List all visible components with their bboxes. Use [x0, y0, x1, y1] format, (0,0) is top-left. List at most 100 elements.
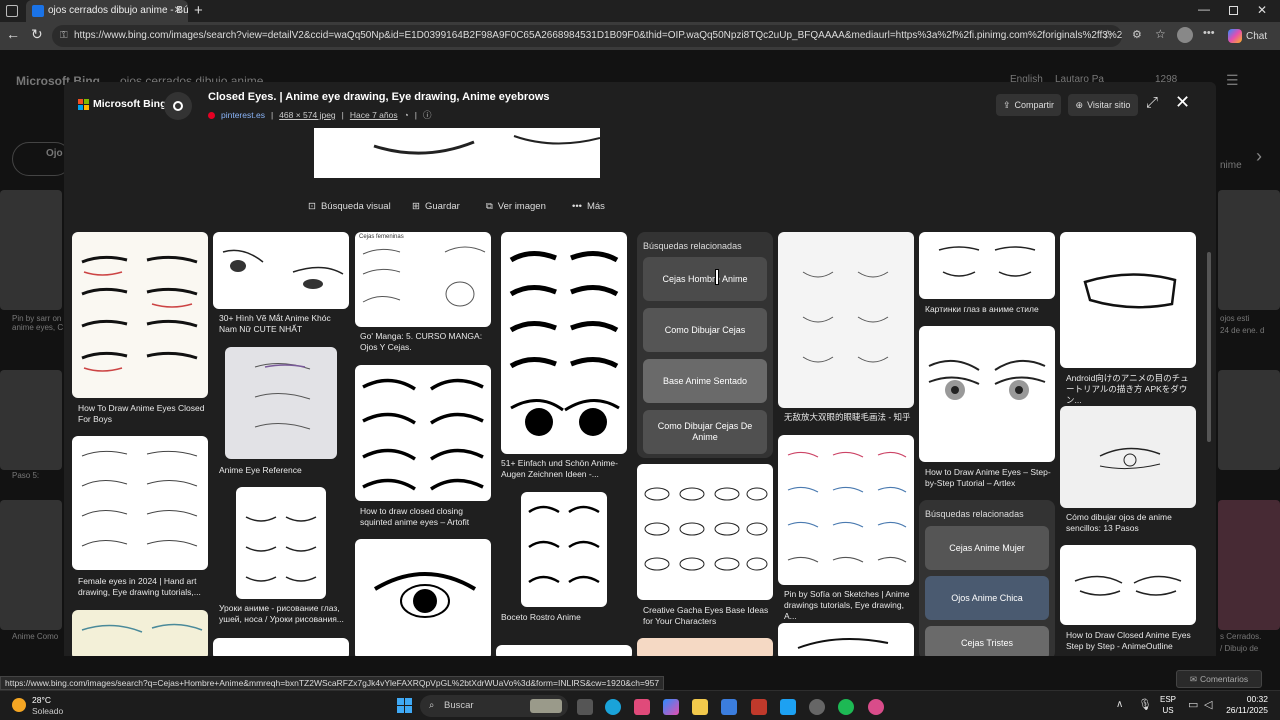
result-image[interactable] [236, 487, 326, 599]
modal-search-button[interactable] [164, 92, 192, 120]
result-caption[interactable]: Boceto Rostro Anime [501, 612, 627, 623]
browser-tab[interactable]: ojos cerrados dibujo anime - Bús ✕ [26, 0, 188, 22]
result-image[interactable] [778, 623, 914, 656]
result-image[interactable] [213, 638, 349, 656]
restore-icon[interactable] [1229, 6, 1238, 15]
related-search-cejas-de-anime[interactable]: Como Dibujar Cejas De Anime [643, 410, 767, 454]
result-image[interactable] [72, 232, 208, 398]
network-icon[interactable]: ▭ [1188, 698, 1198, 711]
result-image[interactable] [225, 347, 337, 459]
result-image[interactable] [355, 365, 491, 501]
related-search-base-anime-sentado[interactable]: Base Anime Sentado [643, 359, 767, 403]
feedback-button[interactable]: ✉ Comentarios [1176, 670, 1262, 688]
favorite-star-icon[interactable]: ☆ [1102, 27, 1114, 43]
file-explorer-icon[interactable] [692, 699, 708, 715]
result-caption[interactable]: Go' Manga: 5. CURSO MANGA: Ojos Y Cejas. [360, 331, 490, 353]
app-icon[interactable] [809, 699, 825, 715]
modal-bing-logo[interactable]: Microsoft Bing [78, 98, 167, 110]
main-preview-image[interactable] [314, 128, 600, 178]
age-link[interactable]: Hace 7 años [350, 110, 398, 120]
result-image[interactable] [501, 232, 627, 454]
related-search-ojos-anime-chica[interactable]: Ojos Anime Chica [925, 576, 1049, 620]
result-image[interactable] [72, 610, 208, 656]
result-image[interactable] [1060, 406, 1196, 508]
more-button[interactable]: ••• Más [572, 198, 605, 214]
window-menu-icon[interactable] [6, 5, 18, 17]
result-caption[interactable]: Creative Gacha Eyes Base Ideas for Your … [643, 605, 771, 627]
weather-widget[interactable]: 28°C Soleado [12, 693, 82, 719]
result-image[interactable]: Cejas femeninas [355, 232, 491, 327]
view-image-button[interactable]: ⧉ Ver imagen [486, 198, 546, 214]
result-image[interactable] [1060, 232, 1196, 368]
share-button[interactable]: ⇪ Compartir [996, 94, 1061, 116]
back-icon[interactable]: ← [6, 26, 20, 42]
app-icon[interactable] [634, 699, 650, 715]
related-search-cejas-anime-mujer[interactable]: Cejas Anime Mujer [925, 526, 1049, 570]
image-title[interactable]: Closed Eyes. | Anime eye drawing, Eye dr… [208, 91, 550, 103]
result-caption[interactable]: 无敌放大双眼的眼睫毛画法 - 知乎 [784, 412, 912, 423]
visual-search-button[interactable]: ⊡ Búsqueda visual [308, 198, 391, 214]
result-caption[interactable]: 51+ Einfach und Schön Anime-Augen Zeichn… [501, 458, 627, 480]
taskbar-search-box[interactable]: ⌕ Buscar [420, 695, 568, 717]
related-search-como-dibujar-cejas[interactable]: Como Dibujar Cejas [643, 308, 767, 352]
favorites-icon[interactable]: ☆ [1155, 27, 1166, 41]
extensions-icon[interactable]: ⚙ [1132, 28, 1142, 41]
close-tab-icon[interactable]: ✕ [174, 0, 182, 22]
app-icon[interactable] [868, 699, 884, 715]
modal-scrollbar[interactable] [1207, 252, 1211, 442]
clock[interactable]: 00:32 26/11/2025 [1212, 694, 1268, 716]
new-tab-icon[interactable]: + [194, 2, 203, 19]
fullscreen-icon[interactable]: ⤢ [1146, 94, 1158, 111]
microphone-icon[interactable]: 🎙 [1138, 698, 1152, 711]
result-caption[interactable]: Female eyes in 2024 | Hand art drawing, … [78, 576, 208, 598]
more-menu-icon[interactable]: ••• [1203, 27, 1215, 39]
save-button[interactable]: ⊞ Guardar [412, 198, 460, 214]
refresh-icon[interactable]: ↻ [31, 26, 43, 43]
result-caption[interactable]: How to draw closed closing squinted anim… [360, 506, 490, 528]
result-caption[interactable]: 30+ Hình Vẽ Mắt Anime Khóc Nam Nữ CUTE N… [219, 313, 349, 335]
close-modal-icon[interactable]: ✕ [1175, 92, 1190, 113]
result-image[interactable] [355, 539, 491, 656]
media-app-icon[interactable] [751, 699, 767, 715]
result-caption[interactable]: How to Draw Closed Anime Eyes Step by St… [1066, 630, 1194, 652]
copilot-chat-button[interactable]: Chat [1228, 26, 1274, 46]
spotify-icon[interactable] [838, 699, 854, 715]
visit-site-button[interactable]: ⊕ Visitar sitio [1068, 94, 1138, 116]
result-image[interactable] [637, 464, 773, 600]
task-view-icon[interactable] [577, 699, 593, 715]
url-field[interactable]: ⚿ https://www.bing.com/images/search?vie… [52, 25, 1122, 47]
language-indicator[interactable]: ESP US [1160, 694, 1176, 716]
windows-start-icon[interactable] [397, 698, 412, 713]
result-image[interactable] [521, 492, 607, 607]
profile-avatar[interactable] [1177, 27, 1193, 43]
result-image[interactable] [919, 232, 1055, 299]
source-link[interactable]: pinterest.es [221, 110, 265, 120]
result-caption[interactable]: Cómo dibujar ojos de anime sencillos: 13… [1066, 512, 1194, 534]
dimensions-link[interactable]: 468 × 574 jpeg [279, 110, 335, 120]
twitter-icon[interactable] [780, 699, 796, 715]
result-caption[interactable]: Картинки глаз в аниме стиле [925, 304, 1053, 315]
info-icon[interactable]: ⓘ [423, 109, 432, 121]
edge-browser-icon[interactable] [605, 699, 621, 715]
result-image[interactable] [637, 638, 773, 656]
result-image[interactable] [778, 435, 914, 585]
show-hidden-icons-icon[interactable]: ∧ [1116, 699, 1123, 710]
result-caption[interactable]: Уроки аниме - рисование глаз, ушей, носа… [219, 603, 349, 625]
result-caption[interactable]: Android向けのアニメの目のチュートリアルの描き方 APKをダウン... [1066, 373, 1194, 406]
result-image[interactable] [919, 326, 1055, 462]
close-window-icon[interactable]: ✕ [1257, 3, 1267, 17]
result-image[interactable] [496, 645, 632, 656]
result-image[interactable] [778, 232, 914, 408]
result-caption[interactable]: How To Draw Anime Eyes Closed For Boys [78, 403, 208, 425]
copilot-app-icon[interactable] [663, 699, 679, 715]
result-image[interactable] [1060, 545, 1196, 625]
result-image[interactable] [213, 232, 349, 309]
minimize-icon[interactable]: — [1198, 2, 1210, 16]
result-image[interactable] [72, 436, 208, 570]
related-search-cejas-tristes[interactable]: Cejas Tristes [925, 626, 1049, 656]
result-caption[interactable]: How to Draw Anime Eyes – Step-by-Step Tu… [925, 467, 1053, 489]
related-search-cejas-hombre[interactable]: Cejas Hombre Anime [643, 257, 767, 301]
store-icon[interactable] [721, 699, 737, 715]
result-caption[interactable]: Pin by Sofía on Sketches | Anime drawing… [784, 589, 912, 622]
result-caption[interactable]: Anime Eye Reference [219, 465, 349, 476]
